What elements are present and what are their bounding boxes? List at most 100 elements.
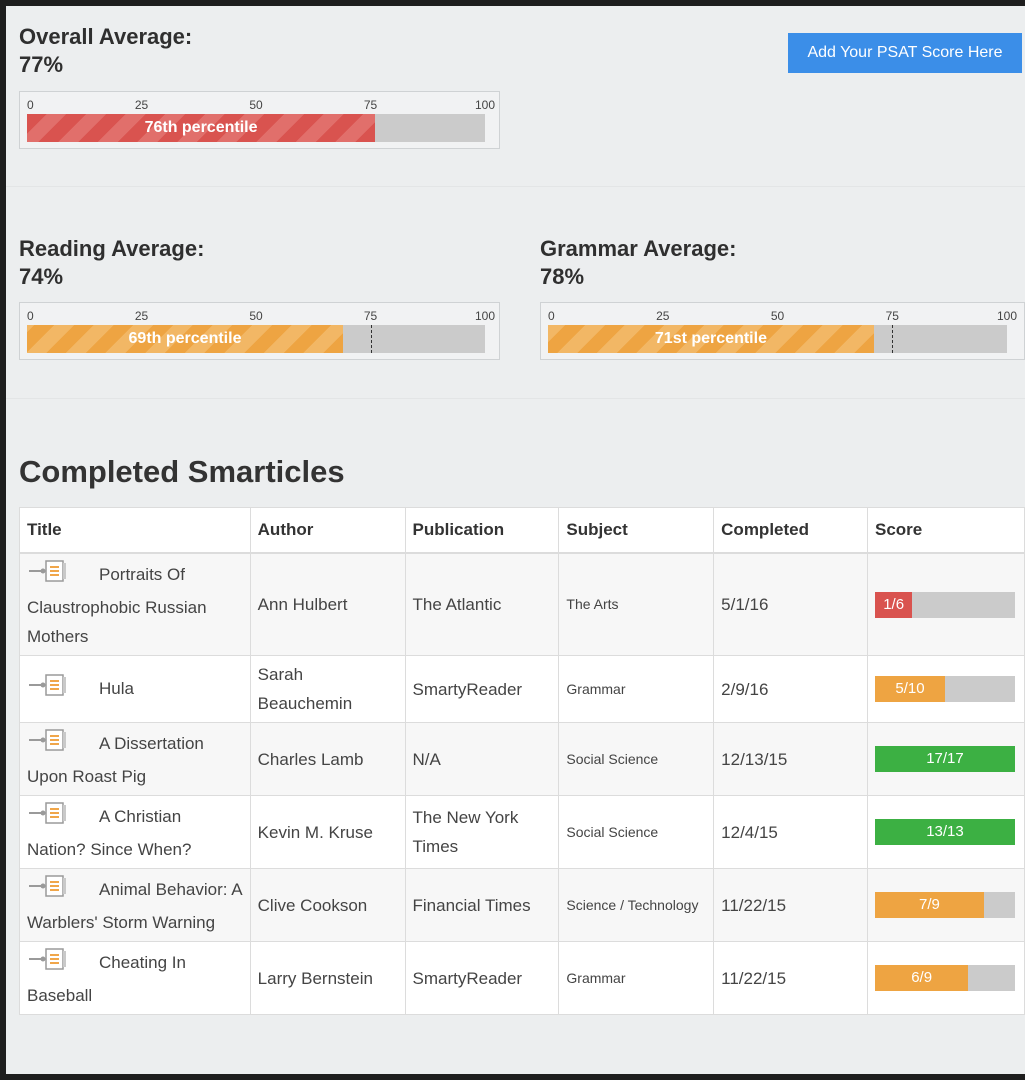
scale-tick-label: 0 <box>548 309 555 323</box>
row-publication: SmartyReader <box>404 941 560 1015</box>
score-bar: 5/10 <box>874 676 1015 702</box>
row-publication: N/A <box>404 722 560 796</box>
score-bar: 7/9 <box>874 892 1015 918</box>
scale-tick-label: 50 <box>770 309 785 323</box>
scale-tick-label: 0 <box>27 309 34 323</box>
scale-tick-label: 100 <box>474 98 496 112</box>
row-author: Charles Lamb <box>249 722 406 796</box>
header-completed[interactable]: Completed <box>713 507 868 554</box>
reading-average-title: Reading Average: <box>19 236 205 261</box>
scale-tick-label: 75 <box>363 309 378 323</box>
header-publication[interactable]: Publication <box>404 507 560 554</box>
scale-tick-label: 25 <box>134 309 149 323</box>
row-title-cell[interactable]: Portraits Of Claustrophobic Russian Moth… <box>19 552 251 656</box>
overall-average-title: Overall Average: <box>19 24 193 49</box>
scale-tick-label: 25 <box>134 98 149 112</box>
target-marker <box>370 325 372 353</box>
row-subject: Science / Technology <box>558 868 715 942</box>
overall-average-value: 77% <box>19 52 64 77</box>
table-row[interactable]: Portraits Of Claustrophobic Russian Moth… <box>19 552 1025 656</box>
article-icon <box>27 946 69 981</box>
scale-tick-label: 100 <box>474 309 496 323</box>
percentile-track: 71st percentile <box>548 325 1007 353</box>
row-completed: 12/13/15 <box>713 722 868 796</box>
row-title-link[interactable]: Hula <box>99 678 134 697</box>
scale-tick-label: 75 <box>885 309 899 323</box>
grammar-average-value: 78% <box>540 264 585 289</box>
row-author: Ann Hulbert <box>249 552 406 656</box>
header-subject[interactable]: Subject <box>558 507 715 554</box>
score-fill: 6/9 <box>874 965 969 991</box>
row-completed: 2/9/16 <box>713 655 868 723</box>
row-author: Kevin M. Kruse <box>249 795 406 869</box>
row-author: Sarah Beauchemin <box>249 655 406 723</box>
add-psat-score-button[interactable]: Add Your PSAT Score Here <box>788 33 1022 73</box>
row-title-cell[interactable]: Animal Behavior: A Warblers' Storm Warni… <box>19 868 251 942</box>
row-title-cell[interactable]: A Dissertation Upon Roast Pig <box>19 722 251 796</box>
row-completed: 12/4/15 <box>713 795 868 869</box>
score-fill: 7/9 <box>874 892 984 918</box>
row-score-cell: 7/9 <box>866 868 1025 942</box>
score-fill: 5/10 <box>874 676 945 702</box>
smarticles-table: Title Author Publication Subject Complet… <box>19 507 1025 1015</box>
article-icon <box>27 800 69 835</box>
scale-tick-label: 50 <box>249 309 263 323</box>
row-score-cell: 13/13 <box>866 795 1025 869</box>
scale-tick-label: 75 <box>363 98 378 112</box>
percentile-fill: 71st percentile <box>548 325 874 353</box>
article-icon <box>27 727 69 762</box>
table-row[interactable]: Animal Behavior: A Warblers' Storm Warni… <box>19 868 1025 942</box>
row-score-cell: 5/10 <box>866 655 1025 723</box>
table-header-row: Title Author Publication Subject Complet… <box>19 507 1025 554</box>
score-bar: 17/17 <box>874 746 1015 772</box>
section-divider <box>6 186 1025 187</box>
percentile-fill: 76th percentile <box>27 114 376 142</box>
score-bar: 13/13 <box>874 819 1015 845</box>
table-row[interactable]: Cheating In Baseball Larry Bernstein Smart… <box>19 941 1025 1015</box>
row-completed: 11/22/15 <box>713 868 868 942</box>
score-bar: 1/6 <box>874 591 1015 618</box>
header-title[interactable]: Title <box>19 507 251 554</box>
row-publication: The New York Times <box>404 795 560 869</box>
row-subject: Grammar <box>558 941 715 1015</box>
percentile-track: 69th percentile <box>27 325 485 353</box>
article-icon <box>27 558 69 593</box>
table-row[interactable]: A Dissertation Upon Roast Pig Charles Lam… <box>19 722 1025 796</box>
row-subject: Social Science <box>558 722 715 796</box>
row-publication: The Atlantic <box>404 552 560 656</box>
scale-tick-label: 0 <box>27 98 34 112</box>
score-fill: 13/13 <box>874 819 1015 845</box>
row-completed: 11/22/15 <box>713 941 868 1015</box>
row-title-cell[interactable]: Hula <box>19 655 251 723</box>
row-subject: The Arts <box>558 552 715 656</box>
row-author: Larry Bernstein <box>249 941 406 1015</box>
row-score-cell: 1/6 <box>866 552 1025 656</box>
row-publication: Financial Times <box>404 868 560 942</box>
row-publication: SmartyReader <box>404 655 560 723</box>
row-score-cell: 6/9 <box>866 941 1025 1015</box>
row-completed: 5/1/16 <box>713 552 868 656</box>
reading-average-value: 74% <box>19 264 64 289</box>
section-divider <box>6 398 1025 399</box>
scale-tick-label: 50 <box>249 98 263 112</box>
header-score[interactable]: Score <box>866 507 1025 554</box>
score-fill: 1/6 <box>874 591 913 618</box>
row-score-cell: 17/17 <box>866 722 1025 796</box>
table-row[interactable]: Hula Sarah Beauchemin SmartyReader Grammar 2… <box>19 655 1025 723</box>
header-author[interactable]: Author <box>249 507 406 554</box>
score-bar: 6/9 <box>874 965 1015 991</box>
row-title-cell[interactable]: A Christian Nation? Since When? <box>19 795 251 869</box>
reading-percentile-bar: 0 25 50 75 100 69th percentile <box>19 302 500 360</box>
percentile-track: 76th percentile <box>27 114 485 142</box>
grammar-percentile-bar: 0 25 50 75 100 71st percentile <box>540 302 1025 360</box>
table-row[interactable]: A Christian Nation? Since When? Kevin M. … <box>19 795 1025 869</box>
row-subject: Social Science <box>558 795 715 869</box>
row-title-cell[interactable]: Cheating In Baseball <box>19 941 251 1015</box>
overall-percentile-bar: 0 25 50 75 100 76th percentile <box>19 91 500 149</box>
row-author: Clive Cookson <box>249 868 406 942</box>
grammar-average-title: Grammar Average: <box>540 236 737 261</box>
score-fill: 17/17 <box>874 746 1015 772</box>
scale-tick-label: 25 <box>656 309 670 323</box>
dashboard-page: Overall Average: 77% Add Your PSAT Score… <box>6 6 1025 1074</box>
completed-smarticles-heading: Completed Smarticles <box>19 454 345 489</box>
